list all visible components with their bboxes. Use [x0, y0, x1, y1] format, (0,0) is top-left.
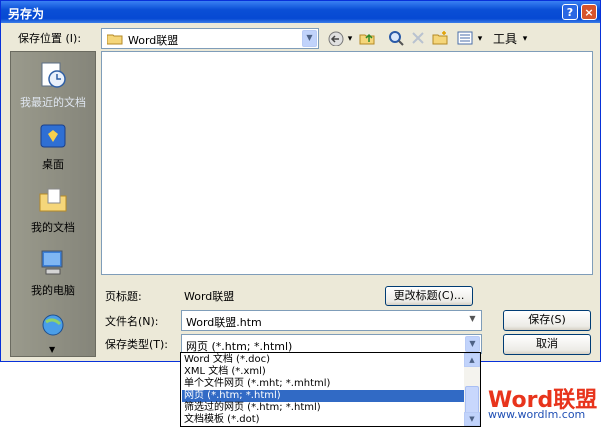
delete-button[interactable] — [409, 30, 427, 48]
tools-dropdown-icon[interactable]: ▾ — [520, 30, 530, 48]
search-web-button[interactable] — [387, 30, 405, 48]
cancel-button[interactable]: 取消 — [503, 334, 591, 355]
place-my-documents-label: 我的文档 — [31, 221, 75, 234]
save-location-label: 保存位置 (I): — [18, 32, 82, 45]
place-my-computer[interactable]: 我的电脑 — [11, 248, 95, 298]
page-title-label: 页标题: — [105, 290, 142, 303]
filetype-option-selected[interactable]: 网页 (*.htm; *.html) — [182, 390, 466, 402]
place-recent-documents-label: 我最近的文档 — [20, 96, 86, 109]
my-documents-icon — [39, 188, 67, 212]
delete-icon — [412, 32, 424, 44]
save-location-combo[interactable]: Word联盟 ▼ — [101, 28, 319, 49]
new-folder-icon — [432, 31, 448, 45]
back-button[interactable] — [327, 30, 345, 48]
filetype-label: 保存类型(T): — [105, 338, 169, 351]
close-button[interactable]: × — [581, 4, 597, 20]
save-as-dialog: 另存为 ? × 保存位置 (I): Word联盟 ▼ ▾ ▾ 工具 ▾ 我最近的… — [0, 0, 601, 362]
up-folder-icon — [359, 33, 375, 45]
scroll-down-icon[interactable]: ▼ — [464, 412, 480, 426]
title-bar: 另存为 ? × — [1, 1, 600, 23]
place-recent-documents[interactable]: 我最近的文档 — [11, 60, 95, 110]
views-dropdown-icon[interactable]: ▾ — [475, 30, 485, 48]
views-button[interactable] — [456, 30, 474, 48]
up-folder-button[interactable] — [358, 30, 376, 48]
filetype-chevron-down-icon[interactable]: ▼ — [465, 336, 480, 352]
recent-documents-icon — [41, 62, 66, 88]
filetype-select[interactable]: 网页 (*.htm; *.html) ▼ — [181, 334, 482, 354]
filetype-option[interactable]: XML 文档 (*.xml) — [182, 366, 466, 378]
filetype-option[interactable]: Word 文档 (*.doc) — [182, 354, 466, 366]
back-dropdown-icon[interactable]: ▾ — [345, 30, 355, 48]
search-icon — [389, 31, 404, 46]
filename-field[interactable]: Word联盟.htm ▼ — [181, 310, 482, 331]
place-network[interactable] — [11, 312, 95, 346]
tools-menu[interactable]: 工具 — [490, 30, 520, 48]
filename-dropdown-icon[interactable]: ▼ — [465, 312, 480, 329]
filetype-option[interactable]: 文档模板 (*.dot) — [182, 414, 466, 426]
dropdown-scrollbar[interactable]: ▲ ▼ — [464, 353, 480, 426]
chevron-down-icon[interactable]: ▼ — [302, 30, 317, 47]
save-button[interactable]: 保存(S) — [503, 310, 591, 331]
file-list[interactable] — [101, 51, 593, 275]
scroll-up-icon[interactable]: ▲ — [464, 353, 480, 367]
places-bar: 我最近的文档 桌面 我的文档 我的电脑 ▼ — [10, 51, 96, 357]
window-title: 另存为 — [8, 7, 45, 21]
save-location-value: Word联盟 — [128, 34, 179, 47]
network-places-icon — [42, 314, 64, 336]
place-my-computer-label: 我的电脑 — [31, 284, 75, 297]
views-icon — [457, 31, 473, 45]
back-arrow-icon — [328, 31, 344, 47]
filetype-option[interactable]: 单个文件网页 (*.mht; *.mhtml) — [182, 378, 466, 390]
watermark-url: www.wordlm.com — [488, 408, 586, 421]
scroll-thumb[interactable] — [465, 386, 479, 414]
change-title-button[interactable]: 更改标题(C)... — [385, 286, 473, 306]
places-scroll-down-icon[interactable]: ▼ — [49, 345, 55, 354]
page-title-value: Word联盟 — [184, 290, 235, 303]
place-desktop-label: 桌面 — [42, 158, 64, 171]
filetype-dropdown-list: Word 文档 (*.doc) XML 文档 (*.xml) 单个文件网页 (*… — [180, 352, 481, 427]
folder-icon — [107, 34, 123, 45]
filetype-option[interactable]: 筛选过的网页 (*.htm; *.html) — [182, 402, 466, 414]
help-button[interactable]: ? — [562, 4, 578, 20]
my-computer-icon — [41, 250, 63, 275]
desktop-icon — [40, 124, 66, 148]
filename-value: Word联盟.htm — [186, 316, 262, 329]
place-my-documents[interactable]: 我的文档 — [11, 185, 95, 235]
filename-label: 文件名(N): — [105, 315, 159, 328]
new-folder-button[interactable] — [431, 30, 449, 48]
place-desktop[interactable]: 桌面 — [11, 122, 95, 172]
